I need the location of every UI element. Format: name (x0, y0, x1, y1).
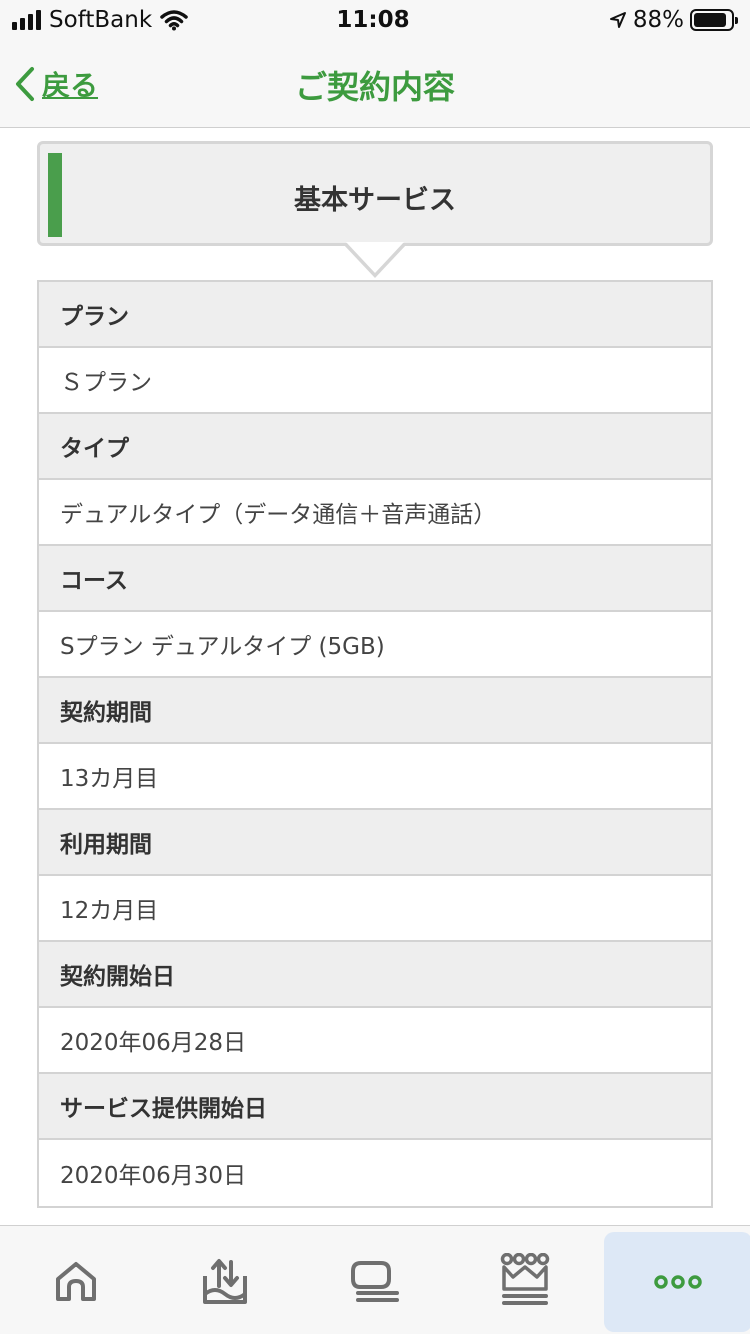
section-header: 基本サービス (37, 141, 713, 246)
tab-more[interactable] (604, 1232, 750, 1332)
row-label: コース (39, 546, 711, 612)
chat-icon (351, 1260, 399, 1302)
row-label: 利用期間 (39, 810, 711, 876)
carrier-name: SoftBank (49, 7, 153, 33)
section-pointer-fill (346, 242, 404, 273)
row-label: サービス提供開始日 (39, 1074, 711, 1140)
row-value: 2020年06月28日 (39, 1008, 711, 1074)
status-time: 11:08 (336, 7, 410, 33)
battery-icon (690, 9, 739, 31)
battery-percent: 88% (632, 7, 685, 33)
row-value: Sプラン デュアルタイプ (5GB) (39, 612, 711, 678)
tab-data[interactable] (151, 1226, 299, 1334)
row-value: Ｓプラン (39, 348, 711, 414)
row-label: 契約開始日 (39, 942, 711, 1008)
section-title: 基本サービス (294, 185, 456, 216)
row-value: 2020年06月30日 (39, 1140, 711, 1206)
home-icon (56, 1261, 96, 1301)
row-value: 13カ月目 (39, 744, 711, 810)
status-left: SoftBank (12, 7, 253, 33)
crown-icon (500, 1252, 550, 1305)
tab-bar (0, 1225, 750, 1334)
row-label: タイプ (39, 414, 711, 480)
row-label: プラン (39, 282, 711, 348)
battery-fill (694, 13, 726, 27)
data-transfer-icon (203, 1258, 247, 1304)
tab-chat[interactable] (301, 1226, 449, 1334)
row-value: デュアルタイプ（データ通信＋音声通話） (39, 480, 711, 546)
navigation-bar: 戻る ご契約内容 (0, 40, 750, 128)
status-bar: SoftBank 11:08 88% (0, 0, 750, 40)
location-arrow-icon (609, 12, 626, 28)
page-title: ご契約内容 (294, 68, 455, 106)
wifi-icon (160, 10, 188, 31)
contract-info-table: プラン Ｓプラン タイプ デュアルタイプ（データ通信＋音声通話） コース Sプラ… (37, 280, 713, 1208)
row-value: 12カ月目 (39, 876, 711, 942)
more-icon (654, 1275, 702, 1289)
tab-home[interactable] (2, 1226, 150, 1334)
cellular-signal-icon (12, 10, 41, 30)
status-right: 88% (493, 7, 739, 33)
tab-premium[interactable] (451, 1226, 599, 1334)
row-label: 契約期間 (39, 678, 711, 744)
